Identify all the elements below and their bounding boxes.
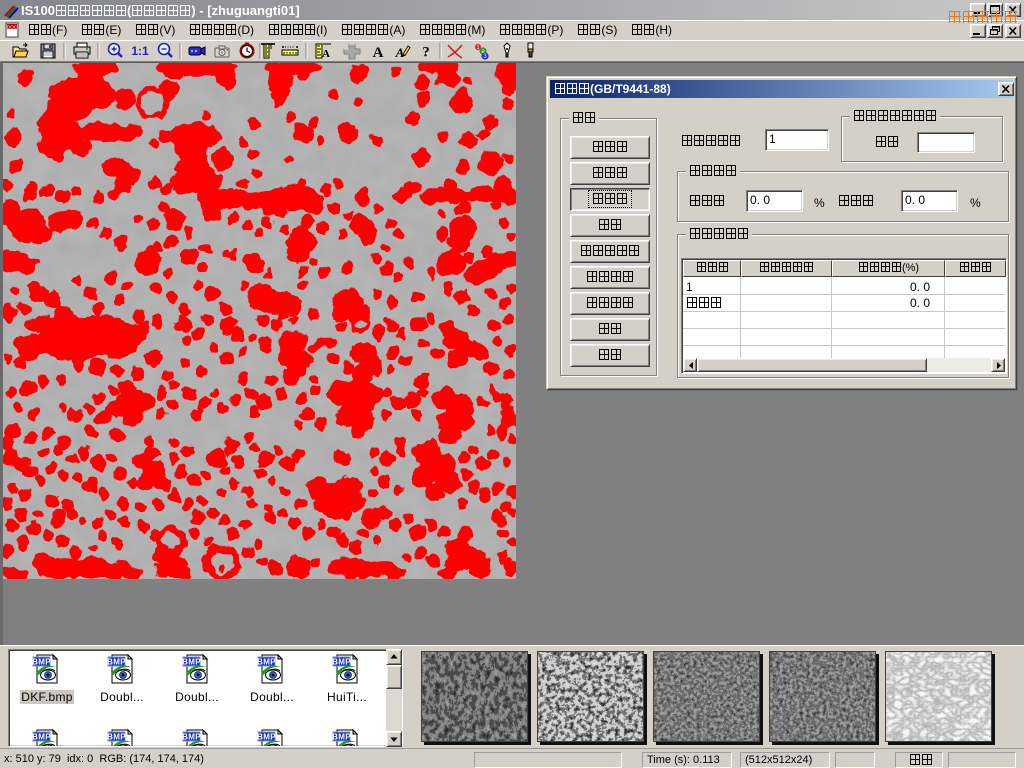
svg-text:A: A <box>322 48 330 60</box>
svg-text:?: ? <box>422 45 430 61</box>
svg-text:1:1: 1:1 <box>131 44 149 58</box>
svg-text:DOC: DOC <box>7 25 18 30</box>
svg-text:1: 1 <box>477 45 480 51</box>
svg-text:A: A <box>373 45 384 61</box>
svg-text:A: A <box>395 45 405 60</box>
